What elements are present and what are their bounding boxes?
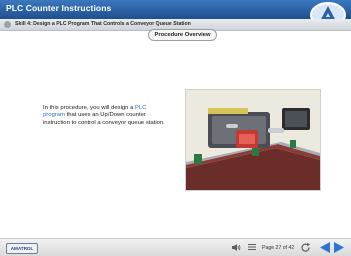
footer-bar: AMATROL Page 27 of 42	[0, 238, 351, 256]
conveyor-station-image	[185, 89, 321, 191]
procedure-text: In this procedure, you will design a PLC…	[43, 105, 166, 127]
app-title: PLC Counter Instructions	[6, 3, 112, 13]
skill-title: Skill 4: Design a PLC Program That Contr…	[15, 20, 191, 27]
speaker-icon[interactable]	[231, 243, 241, 252]
app-header: PLC Counter Instructions	[0, 0, 351, 28]
text-part-1: In this procedure, you will design a	[43, 105, 136, 111]
menu-icon[interactable]	[248, 243, 256, 251]
procedure-overview-pill: Procedure Overview	[148, 29, 217, 41]
amatrol-logo: AMATROL	[6, 243, 38, 254]
refresh-icon[interactable]	[300, 242, 311, 253]
left-arrow-icon[interactable]	[319, 241, 331, 254]
page-indicator: Page 27 of 42	[262, 245, 295, 251]
skill-icon	[4, 21, 11, 28]
right-arrow-icon[interactable]	[333, 241, 345, 254]
